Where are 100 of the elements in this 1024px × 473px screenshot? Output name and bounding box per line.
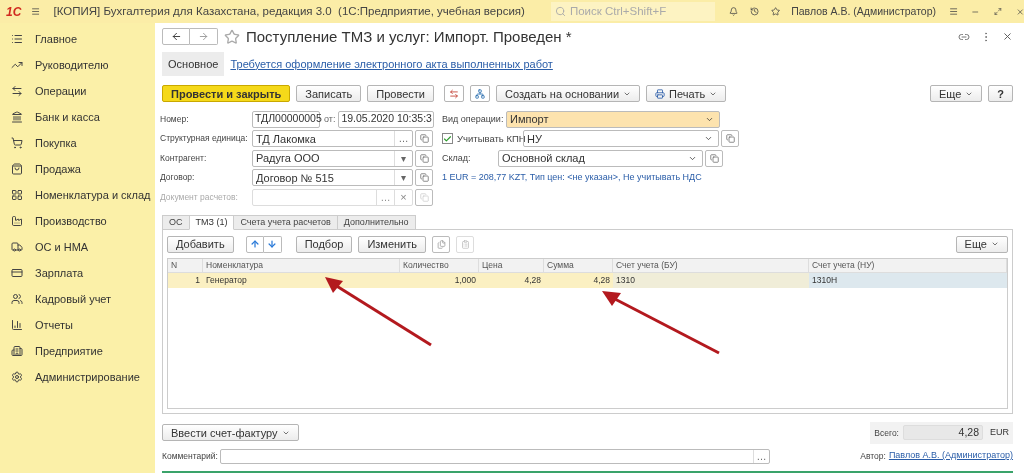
table-cell-text: Генератор — [205, 274, 248, 288]
column-header[interactable]: Счет учета (БУ) — [613, 259, 809, 273]
currency-link[interactable]: 1 EUR = 208,77 KZT, Тип цен: <не указан>, Не учитывать НДС — [442, 171, 702, 185]
app-logo: 1С — [5, 3, 22, 21]
sidebar-item[interactable]: Покупка — [35, 134, 77, 152]
sidebar-item[interactable]: Номенклатура и склад — [35, 186, 151, 204]
print-button[interactable]: Печать — [646, 85, 727, 103]
bank-icon — [11, 111, 23, 123]
caret-icon — [623, 90, 632, 98]
open-button[interactable] — [415, 130, 433, 148]
dropdown-button[interactable]: ▾ — [394, 150, 412, 166]
menu-icon[interactable] — [31, 5, 41, 18]
input-field[interactable]: Радуга ООО ▾ — [252, 149, 413, 167]
select-button[interactable]: … — [753, 449, 769, 463]
back-button[interactable] — [162, 28, 190, 46]
sidebar-item[interactable]: Предприятие — [35, 342, 103, 360]
sidebar-item[interactable]: Продажа — [35, 160, 81, 178]
caret-icon — [709, 90, 718, 98]
add-button[interactable]: Добавить — [167, 235, 234, 253]
open-icon — [419, 192, 429, 202]
sidebar-item[interactable]: Руководителю — [35, 56, 109, 74]
table-cell-text: 1 — [194, 274, 201, 288]
operation-field[interactable]: Импорт — [506, 110, 720, 128]
number-field[interactable]: ТДЛ00000005 — [252, 110, 320, 128]
tab[interactable]: ТМЗ (1) — [188, 215, 235, 231]
sidebar-item[interactable]: Зарплата — [35, 264, 84, 282]
toolbar-button[interactable]: Записать — [296, 85, 362, 103]
copy-icon — [436, 239, 446, 249]
input-field[interactable]: Основной склад — [498, 149, 703, 167]
column-header[interactable]: Счет учета (НУ) — [809, 259, 1007, 273]
column-header[interactable]: Количество — [400, 259, 479, 273]
more-button[interactable]: Еще — [929, 85, 983, 103]
total-field: 4,28 — [903, 425, 983, 441]
settings-menu-icon[interactable] — [949, 5, 959, 18]
author-link[interactable]: Павлов А.В. (Администратор) — [888, 449, 1013, 463]
copy-button[interactable] — [432, 235, 450, 253]
star-icon[interactable] — [224, 28, 240, 45]
act-link[interactable]: Требуется оформление электронного акта выполненных работ — [230, 55, 553, 73]
sidebar-item[interactable]: Кадровый учет — [35, 290, 112, 308]
search-icon — [554, 6, 566, 17]
star-icon[interactable] — [771, 5, 781, 18]
post-and-close-button[interactable]: Провести и закрыть — [162, 85, 291, 103]
users-icon — [11, 293, 23, 305]
field-label: Вид операции: — [442, 112, 505, 126]
sidebar-item[interactable]: Банк и касса — [35, 108, 100, 126]
cart-icon — [11, 137, 23, 149]
move-down-button[interactable] — [263, 235, 282, 253]
input-field[interactable]: Договор № 515 ▾ — [252, 169, 413, 187]
edit-button[interactable]: Изменить — [358, 235, 426, 253]
help-button[interactable]: ? — [988, 85, 1013, 103]
kpn-checkbox[interactable] — [442, 133, 453, 145]
field-label: Склад: — [442, 151, 472, 165]
create-based-button[interactable]: Создать на основании — [496, 85, 641, 103]
open-button[interactable] — [415, 169, 433, 187]
open-button[interactable] — [415, 149, 433, 167]
currency-label: EUR — [990, 426, 1009, 440]
select-button[interactable]: … — [394, 131, 412, 147]
postings-button[interactable] — [444, 85, 464, 103]
toolbar-button[interactable]: Провести — [367, 85, 434, 103]
factory-icon — [11, 215, 23, 227]
user-name[interactable]: Павлов А.В. (Администратор) — [791, 3, 937, 20]
comment-field[interactable]: … — [220, 448, 770, 464]
sidebar-item[interactable]: Операции — [35, 82, 87, 100]
pick-button[interactable]: Подбор — [295, 235, 353, 253]
invoice-button[interactable]: Ввести счет-фактуру — [162, 424, 299, 442]
table-row[interactable]: 1 Генератор 1,000 4,28 4,28 1310 1310Н — [168, 273, 1007, 289]
more-button[interactable]: Еще — [955, 235, 1008, 253]
sidebar-item[interactable]: ОС и НМА — [35, 238, 89, 256]
date-field[interactable]: 19.05.2020 10:35:3 — [338, 110, 435, 128]
column-header[interactable]: Сумма — [544, 259, 613, 273]
open-icon — [725, 134, 735, 144]
table-cell: 1310Н — [809, 273, 1007, 289]
structure-button[interactable] — [470, 85, 490, 103]
sidebar-item[interactable]: Главное — [35, 30, 78, 48]
sidebar-item[interactable]: Производство — [35, 212, 107, 230]
open-button[interactable] — [415, 188, 433, 206]
maximize-icon[interactable] — [993, 6, 1002, 17]
window-title: [КОПИЯ] Бухгалтерия для Казахстана, редакция 3.0 (1С:Предприятие, учебная версия) — [53, 3, 525, 19]
sidebar-item[interactable]: Отчеты — [35, 316, 74, 334]
dropdown-button[interactable]: ▾ — [394, 170, 412, 186]
bell-icon[interactable] — [728, 5, 738, 18]
open-button[interactable] — [705, 149, 723, 167]
move-up-button[interactable] — [245, 235, 264, 253]
close-icon[interactable] — [1002, 31, 1013, 43]
input-field[interactable]: ТД Лакомка … — [252, 130, 413, 148]
paste-icon — [460, 239, 470, 249]
open-button[interactable] — [721, 130, 739, 148]
column-header[interactable]: Цена — [479, 259, 544, 273]
column-header[interactable]: Номенклатура — [203, 259, 400, 273]
chart-icon — [11, 319, 23, 331]
input-field[interactable]: НУ — [523, 130, 719, 148]
card-icon — [11, 267, 23, 279]
history-icon[interactable] — [749, 5, 759, 18]
paste-button[interactable] — [456, 235, 474, 253]
form-tab[interactable]: Основное — [162, 52, 225, 77]
forward-icon — [198, 31, 209, 43]
open-icon — [709, 153, 719, 163]
column-header[interactable]: N — [168, 259, 203, 273]
sidebar-item[interactable]: Администрирование — [35, 368, 140, 386]
open-icon — [419, 153, 429, 163]
